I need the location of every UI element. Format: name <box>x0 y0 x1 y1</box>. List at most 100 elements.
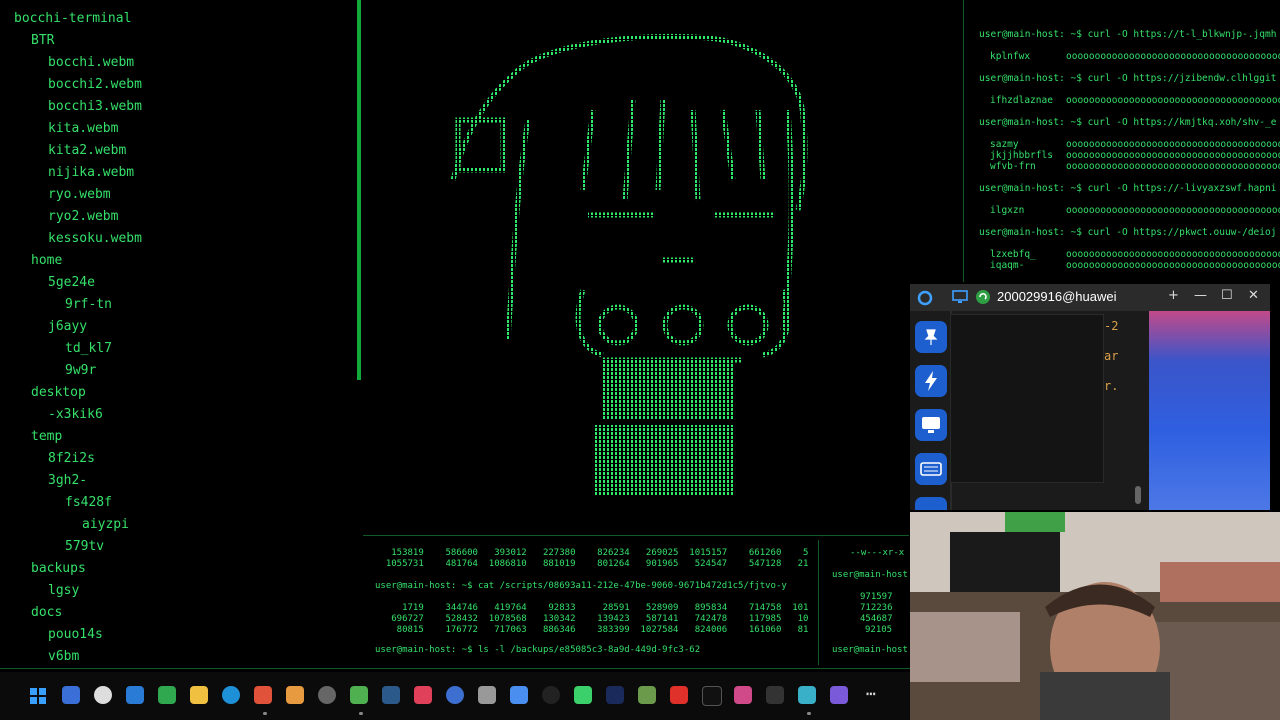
taskbar-app-icon[interactable] <box>542 686 560 704</box>
youtube-icon[interactable] <box>670 686 688 704</box>
display-button[interactable] <box>915 409 947 441</box>
ascii-art-character <box>450 33 808 495</box>
tree-item[interactable]: BTR <box>31 32 54 50</box>
window-title: 200029916@huawei <box>997 289 1117 304</box>
windows-start-icon[interactable] <box>30 688 46 704</box>
tiktok-icon[interactable] <box>702 686 722 706</box>
settings-gear-icon[interactable] <box>94 686 112 704</box>
tree-item[interactable]: aiyzpi <box>82 516 129 534</box>
tree-item[interactable]: 579tv <box>65 538 104 556</box>
pane-divider <box>363 535 909 536</box>
tree-item[interactable]: kita.webm <box>48 120 118 138</box>
taskbar-app-icon[interactable] <box>126 686 144 704</box>
log-progress-fill: oooooooooooooooooooooooooooooooooooooooo… <box>1066 161 1280 172</box>
taskbar-app-icon[interactable] <box>62 686 80 704</box>
log-filename: sazmy <box>990 139 1019 150</box>
taskbar-app-icon[interactable] <box>158 686 176 704</box>
taskbar-app-icon[interactable] <box>286 686 304 704</box>
taskbar-app-icon[interactable] <box>798 686 816 704</box>
tree-item[interactable]: -x3kik6 <box>48 406 103 424</box>
instagram-icon[interactable] <box>734 686 752 704</box>
more-apps-icon[interactable]: ⋯ <box>866 684 876 703</box>
tree-item[interactable]: j6ayy <box>48 318 87 336</box>
scrollbar-thumb[interactable] <box>1135 486 1141 504</box>
tree-item[interactable]: 3gh2- <box>48 472 87 490</box>
taskbar-app-icon[interactable] <box>350 686 368 704</box>
file-tree: bocchi-terminal BTR bocchi.webm bocchi2.web… <box>0 0 357 668</box>
log-filename: wfvb-frn <box>990 161 1036 172</box>
terminal-output-line: 971597 <box>860 592 893 602</box>
tree-item[interactable]: ryo.webm <box>48 186 111 204</box>
tree-item[interactable]: td_kl7 <box>65 340 112 358</box>
remote-content-area[interactable] <box>950 314 1104 483</box>
tree-root[interactable]: bocchi-terminal <box>14 10 131 28</box>
webcam-feed <box>910 512 1280 720</box>
tree-item[interactable]: lgsy <box>48 582 79 600</box>
terminal-prompt: user@main-host: ~$ ls -l /backups/e85085… <box>375 645 701 655</box>
lightning-button[interactable] <box>915 365 947 397</box>
display-icon <box>922 417 940 433</box>
taskbar-app-icon[interactable] <box>446 686 464 704</box>
maximize-button[interactable]: ☐ <box>1221 288 1233 303</box>
tree-item[interactable]: 5ge24e <box>48 274 95 292</box>
taskbar-app-icon[interactable] <box>414 686 432 704</box>
tree-item[interactable]: temp <box>31 428 62 446</box>
taskbar-app-icon[interactable] <box>318 686 336 704</box>
pin-button[interactable] <box>915 321 947 353</box>
taskbar-app-icon[interactable] <box>830 686 848 704</box>
taskbar-app-icon[interactable] <box>478 686 496 704</box>
tree-item[interactable]: 9w9r <box>65 362 96 380</box>
tree-item[interactable]: bocchi3.webm <box>48 98 142 116</box>
epic-games-icon[interactable] <box>766 686 784 704</box>
log-filename: kplnfwx <box>990 51 1031 62</box>
tree-item[interactable]: kessoku.webm <box>48 230 142 248</box>
photoshop-icon[interactable] <box>606 686 624 704</box>
remote-desktop-wallpaper <box>1149 311 1270 510</box>
terminal-prompt: user@main-host <box>832 645 908 655</box>
close-button[interactable]: ✕ <box>1248 288 1259 303</box>
remote-text: -2 <box>1104 319 1119 333</box>
terminal-output-line: 80815 176772 717063 886346 383399 102758… <box>375 625 809 635</box>
tree-item[interactable]: desktop <box>31 384 86 402</box>
tree-item[interactable]: bocchi2.webm <box>48 76 142 94</box>
log-prompt: user@main-host: ~$ curl -O https://jzibe… <box>979 73 1277 84</box>
tree-item[interactable]: pouo14s <box>48 626 103 644</box>
minimize-button[interactable]: — <box>1194 288 1207 303</box>
remote-desktop-window[interactable]: 200029916@huawei + — ☐ ✕ ⤢ ‹ -2 ar r. <box>910 284 1270 510</box>
tree-item[interactable]: bocchi.webm <box>48 54 134 72</box>
brave-browser-icon[interactable] <box>254 686 272 704</box>
terminal-output-line: 1055731 481764 1086810 881019 801264 901… <box>375 559 809 569</box>
steam-icon[interactable] <box>382 686 400 704</box>
terminal-output-line: 712236 <box>860 603 893 613</box>
kick-icon[interactable] <box>574 686 592 704</box>
tree-item[interactable]: backups <box>31 560 86 578</box>
log-progress-fill: oooooooooooooooooooooooooooooooooooooooo… <box>1066 205 1280 216</box>
tree-item[interactable]: 9rf-tn <box>65 296 112 314</box>
webcam-image <box>910 512 1280 720</box>
tree-item[interactable]: fs428f <box>65 494 112 512</box>
taskbar-app-icon[interactable] <box>510 686 528 704</box>
lightning-icon <box>925 371 937 391</box>
file-explorer-icon[interactable] <box>190 686 208 704</box>
tree-item[interactable]: ryo2.webm <box>48 208 118 226</box>
edge-browser-icon[interactable] <box>222 686 240 704</box>
window-titlebar[interactable]: 200029916@huawei + — ☐ ✕ <box>910 284 1270 311</box>
more-button[interactable] <box>915 497 947 510</box>
download-log-pane: user@main-host: ~$ curl -O https://t-l_b… <box>968 0 1280 280</box>
tree-item[interactable]: 8f2i2s <box>48 450 95 468</box>
minecraft-icon[interactable] <box>638 686 656 704</box>
tree-item[interactable]: v6bm <box>48 648 79 666</box>
terminal-output-line: 454687 <box>860 614 893 624</box>
tree-item[interactable]: kita2.webm <box>48 142 126 160</box>
log-progress-fill: oooooooooooooooooooooooooooooooooooooooo… <box>1066 150 1280 161</box>
refresh-icon[interactable] <box>916 289 934 307</box>
tree-item[interactable]: docs <box>31 604 62 622</box>
running-indicator <box>263 712 267 715</box>
tree-item[interactable]: nijika.webm <box>48 164 134 182</box>
keyboard-button[interactable] <box>915 453 947 485</box>
log-prompt: user@main-host: ~$ curl -O https://kmjtk… <box>979 117 1277 128</box>
remote-text: r. <box>1104 379 1119 393</box>
pin-icon <box>924 329 938 345</box>
tree-item[interactable]: home <box>31 252 62 270</box>
new-tab-button[interactable]: + <box>1168 288 1179 303</box>
